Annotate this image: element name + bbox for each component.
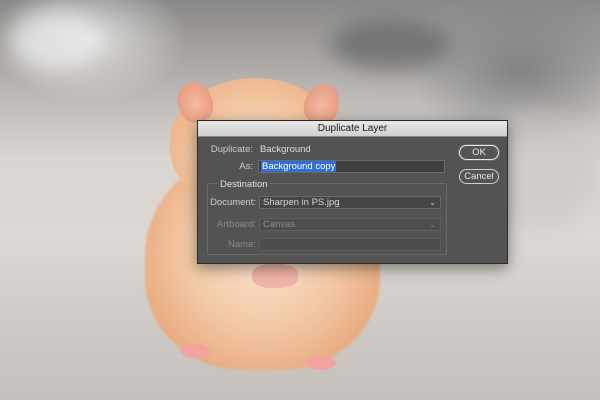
hamster-hands xyxy=(252,264,298,288)
dialog-title: Duplicate Layer xyxy=(198,121,507,137)
cancel-button[interactable]: Cancel xyxy=(459,169,499,184)
artboard-select[interactable]: Canvas ⌄ xyxy=(259,218,441,231)
artboard-label: Artboard: xyxy=(216,219,256,230)
background-blur-dark xyxy=(330,20,450,70)
document-select-value: Sharpen in PS.jpg xyxy=(263,197,340,208)
duplicate-layer-dialog: Duplicate Layer Duplicate: Background As… xyxy=(197,120,508,264)
as-name-selected-text: Background copy xyxy=(261,161,337,172)
as-label: As: xyxy=(239,161,253,172)
duplicate-label: Duplicate: xyxy=(210,144,253,155)
document-label: Document: xyxy=(210,197,256,208)
hamster-right-foot xyxy=(306,356,336,370)
document-select[interactable]: Sharpen in PS.jpg ⌄ xyxy=(259,196,441,209)
name-label: Name: xyxy=(228,239,256,250)
duplicate-value: Background xyxy=(260,144,311,155)
photo-background: Duplicate Layer Duplicate: Background As… xyxy=(0,0,600,400)
artboard-select-value: Canvas xyxy=(263,219,296,230)
hamster-left-foot xyxy=(180,344,210,358)
chevron-down-icon: ⌄ xyxy=(429,198,436,207)
destination-group-title: Destination xyxy=(218,179,270,190)
ok-button[interactable]: OK xyxy=(459,145,499,160)
as-name-input[interactable]: Background copy xyxy=(258,160,445,173)
chevron-down-icon: ⌄ xyxy=(429,220,436,229)
name-input[interactable] xyxy=(259,238,441,251)
background-blur-light xyxy=(10,10,100,70)
